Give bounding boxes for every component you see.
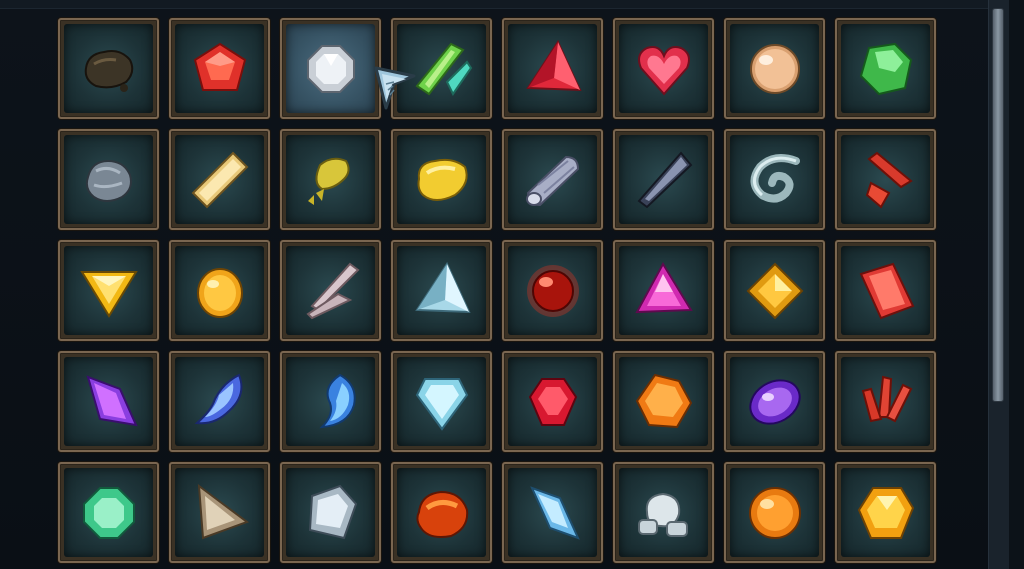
inventory-slot[interactable] [169,18,270,119]
inventory-slot[interactable] [169,351,270,452]
inventory-slot[interactable] [391,129,492,230]
amber-egg-icon [196,267,243,318]
red-shards-icon [865,151,913,209]
inventory-slot[interactable] [613,462,714,563]
brown-triangle-gem-icon [197,483,249,539]
inventory-slot[interactable] [835,240,936,341]
yellow-nugget-icon [417,158,468,201]
inventory-slot[interactable] [502,351,603,452]
silver-shield-gem-icon [308,484,357,539]
inventory-slot[interactable] [391,240,492,341]
white-stones-icon [637,492,688,537]
inventory-slot[interactable] [280,129,381,230]
inventory-slot[interactable] [169,129,270,230]
inventory-slot[interactable] [391,462,492,563]
violet-crystal-icon [85,374,138,426]
red-pentagon-gem-icon [193,42,246,91]
inventory-slot[interactable] [835,18,936,119]
orange-ore-icon [415,490,468,538]
top-border [0,0,1024,9]
inventory-slot[interactable] [724,351,825,452]
inventory-slot[interactable] [502,129,603,230]
red-crystal-cluster-icon [861,375,912,422]
amber-pearl-icon [749,43,800,94]
inventory-slot[interactable] [724,462,825,563]
orange-sphere-icon [748,486,801,539]
gold-crystal-icon [191,151,248,208]
inventory-slot[interactable] [724,240,825,341]
inventory-slot[interactable] [613,240,714,341]
inventory-slot[interactable] [280,240,381,341]
inventory-slot[interactable] [391,351,492,452]
ice-shield-gem-icon [415,377,468,431]
inventory-slot[interactable] [169,462,270,563]
grey-log-icon [525,155,579,206]
yellow-ore-chunk-icon [307,157,350,205]
scrollbar[interactable] [988,0,1009,569]
inventory-window [0,0,1024,569]
inventory-slot[interactable] [58,462,159,563]
green-crystal-icon [859,42,912,95]
gold-faceted-gem-icon [857,486,914,539]
red-orb-icon [526,264,579,317]
blue-diamond-crystal-icon [529,485,580,540]
inventory-slot[interactable] [502,462,603,563]
inventory-slot[interactable] [502,240,603,341]
pale-shards-icon [305,262,360,319]
dark-ore-icon [84,49,133,92]
inventory-slot[interactable] [169,240,270,341]
inventory-slot[interactable] [280,18,381,119]
blue-swirl-gem-icon [318,373,356,428]
inventory-slot[interactable] [835,129,936,230]
ruby-gem-icon [528,377,577,426]
red-pyramid-gem-icon [525,39,582,91]
inventory-slot[interactable] [280,462,381,563]
magenta-triangle-gem-icon [634,261,693,313]
inventory-slot[interactable] [280,351,381,452]
red-rhombus-gem-icon [859,262,914,319]
grey-ore-icon [85,159,132,202]
inventory-slot[interactable] [502,18,603,119]
inventory-slot[interactable] [613,129,714,230]
inventory-slot[interactable] [58,129,159,230]
inventory-slot[interactable] [58,240,159,341]
inventory-slot[interactable] [391,18,492,119]
inventory-slot[interactable] [613,351,714,452]
amethyst-oval-icon [748,378,801,425]
green-shard-icon [415,42,472,96]
orange-faceted-gem-icon [635,373,692,428]
inventory-slot[interactable] [613,18,714,119]
inventory-slot[interactable] [724,18,825,119]
right-edge [1009,0,1024,569]
topaz-square-gem-icon [746,262,803,319]
inventory-slot[interactable] [835,351,936,452]
yellow-triangle-gem-icon [79,270,138,318]
inventory-slot[interactable] [724,129,825,230]
spiral-horn-icon [750,153,800,202]
blue-flame-gem-icon [194,373,242,424]
inventory-slot[interactable] [835,462,936,563]
inventory-grid [58,18,938,569]
dark-blade-shard-icon [637,150,692,208]
red-heart-gem-icon [637,45,690,96]
pale-blue-pyramid-icon [414,261,471,313]
white-diamond-gem-icon [306,44,355,93]
inventory-slot[interactable] [58,18,159,119]
scrollbar-thumb[interactable] [992,8,1004,402]
green-octagon-gem-icon [82,486,135,539]
inventory-slot[interactable] [58,351,159,452]
